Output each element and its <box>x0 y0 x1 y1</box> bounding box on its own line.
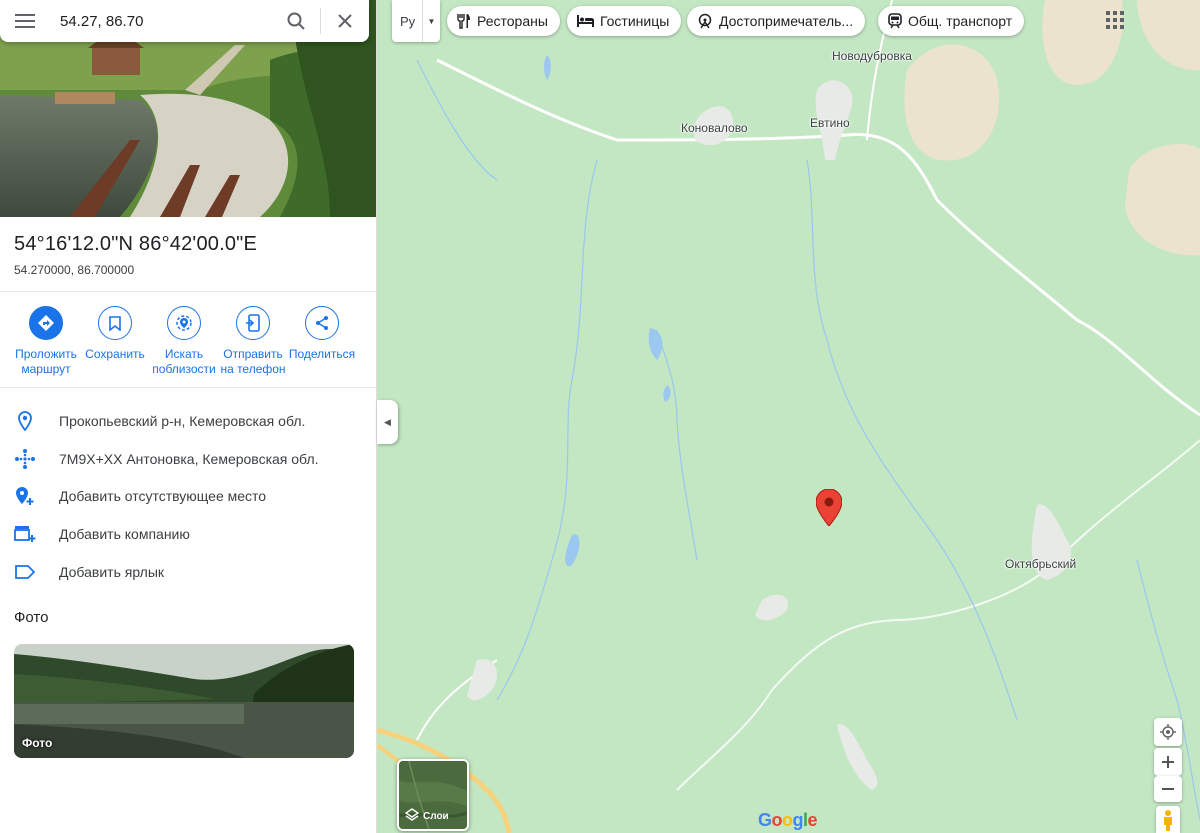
zoom-out-button[interactable] <box>1154 776 1182 802</box>
add-business-icon <box>0 525 50 543</box>
action-label: Поделиться <box>288 347 356 361</box>
chip-label: Рестораны <box>477 13 548 29</box>
location-marker-icon[interactable] <box>816 489 842 526</box>
place-subtitle: 54.270000, 86.700000 <box>14 263 135 277</box>
bookmark-icon <box>98 306 132 340</box>
photo-tile[interactable]: Фото <box>14 644 354 758</box>
nearby-icon <box>167 306 201 340</box>
send-to-phone-button[interactable]: Отправить на телефон <box>217 306 289 377</box>
maps-app: Новодубровка Коновалово Евтино Октябрьск… <box>0 0 1200 833</box>
map-canvas[interactable]: Новодубровка Коновалово Евтино Октябрьск… <box>377 0 1200 833</box>
chip-attractions[interactable]: Достопримечатель... <box>687 6 866 36</box>
chevron-down-icon[interactable]: ▼ <box>423 17 440 26</box>
action-label: Искать поблизости <box>152 347 216 376</box>
apps-grid-icon[interactable] <box>1104 9 1126 31</box>
plus-code-text: 7M9X+XX Антоновка, Кемеровская обл. <box>59 451 319 467</box>
directions-icon <box>29 306 63 340</box>
chip-transit[interactable]: Общ. транспорт <box>878 6 1025 36</box>
pegman-button[interactable] <box>1156 806 1180 833</box>
lake-photo <box>14 644 354 758</box>
action-label: Проложить маршрут <box>15 347 77 376</box>
layers-icon <box>405 808 419 821</box>
chip-label: Гостиницы <box>600 13 670 29</box>
layers-button[interactable]: Слои <box>397 759 469 831</box>
action-label: Сохранить <box>85 347 145 361</box>
google-logo: Google <box>758 810 818 830</box>
chip-label: Общ. транспорт <box>908 13 1013 29</box>
add-label-row[interactable]: Добавить ярлык <box>0 553 376 591</box>
divider <box>0 387 376 388</box>
search-box[interactable]: 54.27, 86.70 <box>0 0 369 42</box>
chip-restaurants[interactable]: Рестораны <box>447 6 560 36</box>
place-label[interactable]: Новодубровка <box>832 49 912 63</box>
zoom-in-button[interactable] <box>1154 748 1182 776</box>
save-button[interactable]: Сохранить <box>79 306 151 362</box>
collapse-panel-button[interactable]: ◀ <box>377 400 398 444</box>
action-label: Отправить на телефон <box>220 347 286 376</box>
address-text: Прокопьевский р-н, Кемеровская обл. <box>59 413 306 429</box>
photo-label: Фото <box>22 736 53 750</box>
add-place-icon <box>0 486 50 506</box>
restaurant-icon <box>457 13 471 29</box>
search-input[interactable]: 54.27, 86.70 <box>50 13 272 30</box>
minus-icon <box>1162 788 1174 790</box>
chip-label: Достопримечатель... <box>719 13 854 29</box>
chevron-left-icon: ◀ <box>384 416 391 427</box>
search-icon[interactable] <box>272 0 320 42</box>
plus-code-row[interactable]: 7M9X+XX Антоновка, Кемеровская обл. <box>0 440 376 478</box>
close-icon[interactable] <box>321 0 369 42</box>
photos-heading: Фото <box>14 609 49 626</box>
location-pin-icon <box>0 411 50 431</box>
plus-code-icon <box>0 448 50 470</box>
attractions-icon <box>697 13 713 29</box>
directions-button[interactable]: Проложить маршрут <box>10 306 82 377</box>
map-terrain <box>377 0 1200 833</box>
place-label[interactable]: Октябрьский <box>1005 557 1076 571</box>
chip-hotels[interactable]: Гостиницы <box>567 6 682 36</box>
add-business-row[interactable]: Добавить компанию <box>0 515 376 553</box>
share-button[interactable]: Поделиться <box>286 306 358 362</box>
add-place-row[interactable]: Добавить отсутствующее место <box>0 477 376 515</box>
hotel-icon <box>577 15 594 27</box>
place-label[interactable]: Евтино <box>810 116 850 130</box>
layers-label: Слои <box>423 811 449 822</box>
label-icon <box>0 565 50 579</box>
plus-icon <box>1162 756 1174 768</box>
divider <box>0 291 376 292</box>
add-label-text: Добавить ярлык <box>59 564 165 580</box>
share-icon <box>305 306 339 340</box>
add-place-text: Добавить отсутствующее место <box>59 488 267 504</box>
my-location-button[interactable] <box>1154 718 1182 746</box>
transit-icon <box>888 13 902 29</box>
pegman-icon <box>1164 809 1172 831</box>
address-row[interactable]: Прокопьевский р-н, Кемеровская обл. <box>0 402 376 440</box>
language-label: Ру <box>400 13 416 29</box>
side-panel: 54.27, 86.70 54°16'12.0"N 86°42'00.0"E 5… <box>0 0 377 833</box>
my-location-icon <box>1160 724 1176 740</box>
place-label[interactable]: Коновалово <box>681 121 748 135</box>
menu-icon[interactable] <box>0 0 50 42</box>
nearby-button[interactable]: Искать поблизости <box>148 306 220 377</box>
place-title: 54°16'12.0"N 86°42'00.0"E <box>14 233 258 255</box>
language-selector[interactable]: Ру ▼ <box>392 0 440 42</box>
add-business-text: Добавить компанию <box>59 526 190 542</box>
send-to-phone-icon <box>236 306 270 340</box>
